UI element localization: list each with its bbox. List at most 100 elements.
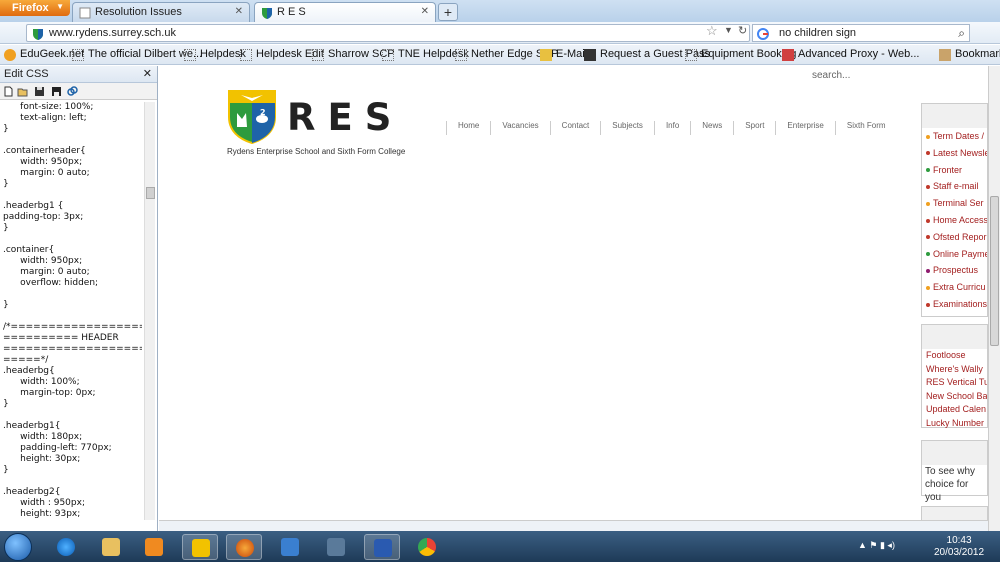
open-folder-icon[interactable] xyxy=(17,86,28,97)
quick-link-item[interactable]: Examinations xyxy=(922,296,987,313)
sidebar-toolbar xyxy=(0,83,157,100)
css-line xyxy=(3,476,142,487)
panel-header xyxy=(922,104,987,128)
taskbar-chrome[interactable] xyxy=(409,534,445,560)
windows-taskbar: ▲ ⚑ ▮ ◂) 10:43 20/03/2012 xyxy=(0,531,1000,562)
quick-link-item[interactable]: Ofsted Repor xyxy=(922,229,987,246)
taskbar-network-tool[interactable] xyxy=(272,534,308,560)
quick-link-item[interactable]: Staff e-mail xyxy=(922,178,987,195)
page-scrollbar[interactable] xyxy=(988,66,1000,531)
quick-link-item[interactable]: Term Dates / xyxy=(922,128,987,145)
clock-time: 10:43 xyxy=(946,535,972,546)
start-button[interactable] xyxy=(4,533,32,561)
url-text: www.rydens.surrey.sch.uk xyxy=(49,27,176,39)
taskbar-explorer[interactable] xyxy=(93,534,129,560)
news-links-list: Footloose Where's Wally RES Vertical Tu New… xyxy=(922,349,987,430)
page-icon xyxy=(455,49,467,61)
news-link-item[interactable]: Where's Wally xyxy=(922,363,987,377)
bookmark-dilbert[interactable]: The official Dilbert we... xyxy=(72,48,202,61)
scrollbar-thumb[interactable] xyxy=(990,196,999,346)
news-link-item[interactable]: Footloose xyxy=(922,349,987,363)
bookmark-equipment-booking[interactable]: Equipment Booking xyxy=(685,48,796,61)
css-editor-textarea[interactable]: font-size: 100%; text-align: left;} .cont… xyxy=(0,102,142,520)
taskbar-firefox[interactable] xyxy=(226,534,262,560)
site-search-input[interactable]: search... xyxy=(812,70,850,81)
css-line: .headerbg1{ xyxy=(3,421,61,431)
news-link-item[interactable]: New School Ba xyxy=(922,390,987,404)
css-editor-scrollbar[interactable] xyxy=(144,102,155,520)
page-icon xyxy=(685,49,697,61)
nav-link-vacancies[interactable]: Vacancies xyxy=(490,121,549,135)
css-line xyxy=(3,410,142,421)
quick-link-label: Term Dates / xyxy=(933,131,985,141)
quick-link-item[interactable]: Extra Curricu xyxy=(922,279,987,296)
css-line: .headerbg{ xyxy=(3,366,55,376)
chrome-icon xyxy=(418,538,436,556)
nav-link-sixth-form[interactable]: Sixth Form xyxy=(834,121,897,135)
search-icon[interactable]: ⌕ xyxy=(958,26,965,41)
news-link-item[interactable]: RES Vertical Tu xyxy=(922,376,987,390)
news-link-item[interactable]: Updated Calen xyxy=(922,403,987,417)
quick-link-label: Ofsted Repor xyxy=(933,231,987,242)
css-line xyxy=(3,234,142,245)
css-line: } xyxy=(3,399,9,409)
css-line: =====*/ xyxy=(3,355,49,365)
nav-link-news[interactable]: News xyxy=(690,121,733,135)
bookmarks-toolbar: EduGeek.net The official Dilbert we... H… xyxy=(0,45,1000,65)
close-icon[interactable]: ✕ xyxy=(235,6,243,17)
network-icon xyxy=(281,538,299,556)
spider-icon xyxy=(584,49,596,61)
quick-link-item[interactable]: Terminal Ser xyxy=(922,195,987,212)
save-icon[interactable] xyxy=(34,86,45,97)
taskbar-app[interactable] xyxy=(318,534,354,560)
close-icon[interactable]: ✕ xyxy=(421,6,429,17)
new-tab-button[interactable]: + xyxy=(438,3,458,21)
quick-link-item[interactable]: Latest Newsle xyxy=(922,145,987,162)
bookmark-advanced-proxy[interactable]: Advanced Proxy - Web... xyxy=(782,48,919,61)
close-icon[interactable]: ✕ xyxy=(143,67,152,80)
nav-link-sport[interactable]: Sport xyxy=(733,121,775,135)
nav-link-home[interactable]: Home xyxy=(446,121,490,135)
reload-icon[interactable]: ↻ xyxy=(738,24,747,37)
quick-link-label: Home Access xyxy=(933,214,987,225)
taskbar-remote-desktop[interactable] xyxy=(364,534,400,560)
taskbar-media-player[interactable] xyxy=(136,534,172,560)
system-tray-icons[interactable]: ▲ ⚑ ▮ ◂) xyxy=(858,540,895,551)
css-line: ======================= xyxy=(3,344,142,354)
save-as-icon[interactable] xyxy=(51,86,62,97)
nav-link-subjects[interactable]: Subjects xyxy=(600,121,654,135)
nav-link-contact[interactable]: Contact xyxy=(549,121,601,135)
css-line: font-size: 100%; xyxy=(3,102,94,112)
quick-link-label: Fronter xyxy=(933,164,963,175)
sidebar-title: Edit CSS xyxy=(4,68,49,80)
bookmarks-menu[interactable]: Bookmarks xyxy=(939,48,1000,61)
bookmark-email[interactable]: E-Mail xyxy=(540,48,587,61)
new-file-icon[interactable] xyxy=(3,86,14,97)
bullet-icon xyxy=(926,235,930,240)
bookmark-star-icon[interactable]: ☆ xyxy=(706,23,718,39)
tab-res[interactable]: R E S ✕ xyxy=(254,2,436,22)
clock[interactable]: 10:43 20/03/2012 xyxy=(934,535,984,559)
link-icon[interactable] xyxy=(67,86,78,97)
browser-titlebar: Firefox ▼ Resolution Issues ✕ R E S ✕ + xyxy=(0,0,1000,22)
css-line: } xyxy=(3,179,9,189)
url-bar[interactable]: www.rydens.surrey.sch.uk xyxy=(26,24,750,42)
taskbar-ie[interactable] xyxy=(48,534,84,560)
quick-link-item[interactable]: Home Access xyxy=(922,212,987,229)
edugeek-icon xyxy=(4,49,16,61)
nav-link-enterprise[interactable]: Enterprise xyxy=(775,121,834,135)
quick-link-item[interactable]: Fronter xyxy=(922,162,987,179)
scrollbar-thumb[interactable] xyxy=(146,187,155,199)
quick-link-item[interactable]: Online Payme xyxy=(922,246,987,263)
nav-link-info[interactable]: Info xyxy=(653,121,690,135)
firefox-menu-button[interactable]: Firefox ▼ xyxy=(0,0,70,16)
tab-resolution-issues[interactable]: Resolution Issues ✕ xyxy=(72,2,250,22)
bookmark-helpdesk[interactable]: Helpdesk xyxy=(184,48,246,61)
taskbar-outlook[interactable] xyxy=(182,534,218,560)
css-line: .headerbg1 { xyxy=(3,201,64,211)
history-dropdown-icon[interactable]: ▼ xyxy=(724,25,733,35)
news-link-item[interactable]: Lucky Number xyxy=(922,417,987,431)
proxy-icon xyxy=(782,49,794,61)
search-field[interactable]: no children sign ⌕ xyxy=(752,24,970,42)
quick-link-item[interactable]: Prospectus xyxy=(922,262,987,279)
